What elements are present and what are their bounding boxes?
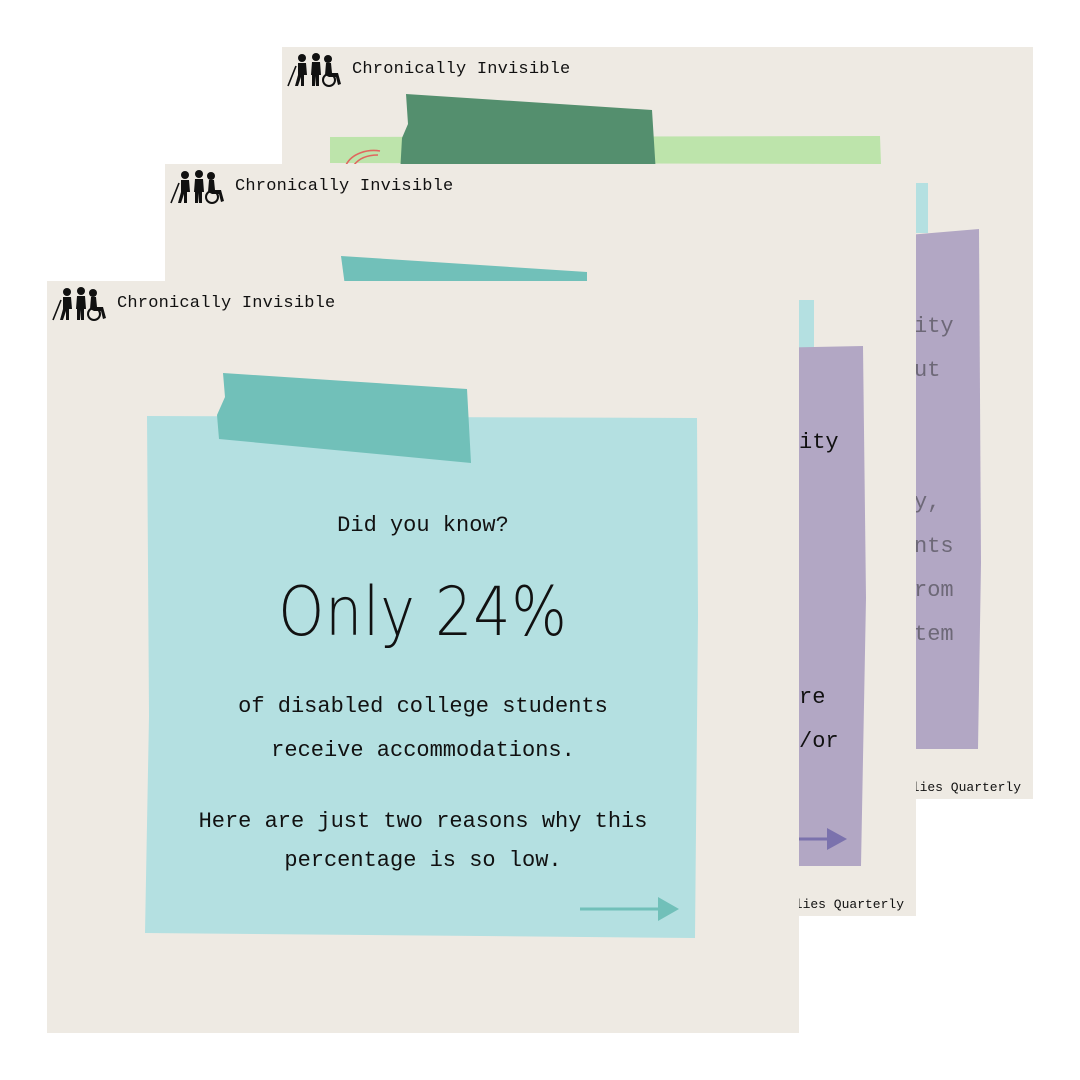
- brand-name: Chronically Invisible: [235, 176, 454, 196]
- brand-header: Chronically Invisible: [285, 51, 570, 87]
- right-arrow-icon[interactable]: [580, 894, 680, 924]
- card-footer: lies Quarterly: [911, 780, 1021, 795]
- right-arrow-icon[interactable]: [795, 826, 849, 852]
- brand-header: Chronically Invisible: [168, 168, 453, 204]
- reason-line: percentage is so low.: [284, 848, 562, 873]
- statement-line: receive accommodations.: [271, 738, 575, 763]
- back-line: y,: [914, 490, 941, 515]
- back-line: rom: [914, 578, 954, 603]
- kicker-text: Did you know?: [337, 513, 509, 538]
- middle-card-text-fragment: ity: [799, 421, 839, 465]
- middle-line: /or: [799, 729, 839, 754]
- brand-name: Chronically Invisible: [352, 59, 571, 79]
- back-line: nts: [914, 534, 954, 559]
- reason-line: Here are just two reasons why this: [198, 809, 648, 834]
- back-line: tem: [914, 622, 954, 647]
- disabled-people-group-icon: [52, 287, 106, 321]
- back-line: ut: [914, 358, 941, 383]
- green-tape: [400, 94, 656, 174]
- headline-stat: Only 24%: [278, 573, 568, 652]
- statement-line: of disabled college students: [238, 694, 608, 719]
- middle-card-text-fragment: re /or: [799, 676, 839, 764]
- teal-tape: [217, 373, 471, 463]
- middle-line: re: [799, 685, 826, 710]
- brand-header: Chronically Invisible: [50, 285, 335, 321]
- slide-card-front[interactable]: Chronically Invisible Did you know? Only…: [47, 281, 799, 1033]
- disabled-people-group-icon: [170, 170, 224, 204]
- back-line: ity: [914, 314, 954, 339]
- brand-name: Chronically Invisible: [117, 293, 336, 313]
- middle-line: ity: [799, 430, 839, 455]
- disabled-people-group-icon: [287, 53, 341, 87]
- back-card-text-fragment: ity ut y, nts rom tem: [914, 305, 954, 657]
- card-footer: lies Quarterly: [794, 897, 904, 912]
